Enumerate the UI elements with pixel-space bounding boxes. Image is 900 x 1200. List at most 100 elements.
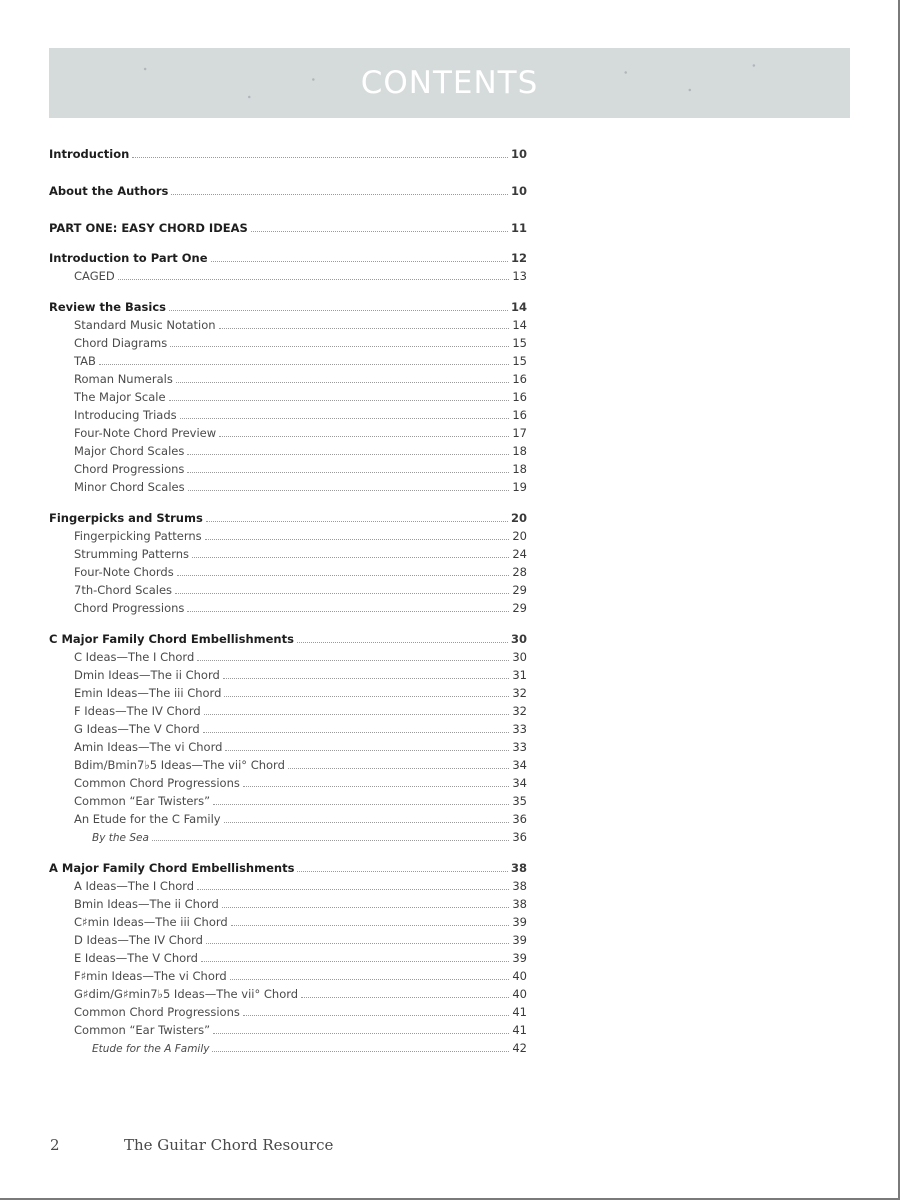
toc-section-entry[interactable]: C Major Family Chord Embellishments 30 xyxy=(49,631,527,647)
toc-entry-title: Chord Progressions xyxy=(74,462,185,476)
toc-subsection-entry[interactable]: G♯dim/G♯min7♭5 Ideas—The vii° Chord 40 xyxy=(49,986,527,1002)
toc-subsection-entry[interactable]: C Ideas—The I Chord 30 xyxy=(49,649,527,665)
toc-subsection-entry[interactable]: The Major Scale 16 xyxy=(49,389,527,405)
dot-leader xyxy=(187,453,510,455)
toc-subsection-entry[interactable]: D Ideas—The IV Chord 39 xyxy=(49,932,527,948)
dot-leader xyxy=(222,677,510,679)
toc-entry-page-number: 38 xyxy=(512,879,527,893)
dot-leader xyxy=(242,785,510,787)
toc-entry-title: Introduction to Part One xyxy=(49,251,208,265)
toc-entry-title: Four-Note Chords xyxy=(74,565,174,579)
dot-leader xyxy=(224,695,510,697)
toc-entry-title: Common “Ear Twisters” xyxy=(74,1023,211,1037)
toc-entry-title: Common “Ear Twisters” xyxy=(74,794,211,808)
toc-subsubsection-entry[interactable]: By the Sea 36 xyxy=(49,829,527,845)
dot-leader xyxy=(151,839,510,841)
toc-entry-page-number: 34 xyxy=(512,758,527,772)
toc-entry-title: Dmin Ideas—The ii Chord xyxy=(74,668,220,682)
dot-leader xyxy=(221,906,510,908)
toc-subsection-entry[interactable]: Minor Chord Scales 19 xyxy=(49,479,527,495)
toc-subsection-entry[interactable]: Amin Ideas—The vi Chord 33 xyxy=(49,739,527,755)
toc-entry-page-number: 10 xyxy=(510,184,527,198)
toc-entry-page-number: 18 xyxy=(512,462,527,476)
toc-section-entry[interactable]: Fingerpicks and Strums 20 xyxy=(49,510,527,526)
dot-leader xyxy=(170,345,510,347)
dot-leader xyxy=(210,260,508,262)
dot-leader xyxy=(200,960,510,962)
toc-entry-title: Major Chord Scales xyxy=(74,444,185,458)
toc-subsection-entry[interactable]: Common “Ear Twisters” 35 xyxy=(49,793,527,809)
toc-subsection-entry[interactable]: Roman Numerals 16 xyxy=(49,371,527,387)
dot-leader xyxy=(287,767,510,769)
toc-entry-page-number: 36 xyxy=(512,830,527,844)
toc-subsection-entry[interactable]: A Ideas—The I Chord 38 xyxy=(49,878,527,894)
toc-entry-page-number: 29 xyxy=(512,601,527,615)
toc-subsection-entry[interactable]: Bdim/Bmin7♭5 Ideas—The vii° Chord 34 xyxy=(49,757,527,773)
toc-subsection-entry[interactable]: Four-Note Chords 28 xyxy=(49,564,527,580)
toc-subsection-entry[interactable]: Bmin Ideas—The ii Chord 38 xyxy=(49,896,527,912)
toc-section-entry[interactable]: Introduction to Part One 12 xyxy=(49,250,527,266)
toc-subsection-entry[interactable]: F♯min Ideas—The vi Chord 40 xyxy=(49,968,527,984)
toc-entry-page-number: 11 xyxy=(510,221,527,235)
dot-leader xyxy=(175,381,510,383)
toc-subsection-entry[interactable]: Major Chord Scales 18 xyxy=(49,443,527,459)
toc-entry-title: A Ideas—The I Chord xyxy=(74,879,195,893)
toc-subsection-entry[interactable]: Strumming Patterns 24 xyxy=(49,546,527,562)
toc-subsection-entry[interactable]: Dmin Ideas—The ii Chord 31 xyxy=(49,667,527,683)
toc-subsection-entry[interactable]: G Ideas—The V Chord 33 xyxy=(49,721,527,737)
toc-subsection-entry[interactable]: Chord Progressions 18 xyxy=(49,461,527,477)
toc-entry-page-number: 14 xyxy=(510,300,527,314)
toc-entry-page-number: 19 xyxy=(512,480,527,494)
toc-subsubsection-entry[interactable]: Etude for the A Family 42 xyxy=(49,1040,527,1056)
toc-entry-title: Amin Ideas—The vi Chord xyxy=(74,740,223,754)
toc-subsection-entry[interactable]: F Ideas—The IV Chord 32 xyxy=(49,703,527,719)
toc-subsection-entry[interactable]: Common Chord Progressions 41 xyxy=(49,1004,527,1020)
toc-subsection-entry[interactable]: C♯min Ideas—The iii Chord 39 xyxy=(49,914,527,930)
toc-entry-page-number: 17 xyxy=(512,426,527,440)
toc-entry-page-number: 29 xyxy=(512,583,527,597)
toc-subsection-entry[interactable]: CAGED 13 xyxy=(49,268,527,284)
toc-entry-page-number: 41 xyxy=(512,1023,527,1037)
toc-entry-title: Bmin Ideas—The ii Chord xyxy=(74,897,219,911)
toc-section-entry[interactable]: PART ONE: EASY CHORD IDEAS 11 xyxy=(49,220,527,236)
toc-subsection-entry[interactable]: Emin Ideas—The iii Chord 32 xyxy=(49,685,527,701)
toc-section-entry[interactable]: Introduction 10 xyxy=(49,146,527,162)
toc-section-entry[interactable]: A Major Family Chord Embellishments 38 xyxy=(49,860,527,876)
toc-subsection-entry[interactable]: 7th-Chord Scales 29 xyxy=(49,582,527,598)
toc-entry-page-number: 40 xyxy=(512,969,527,983)
toc-entry-page-number: 33 xyxy=(512,722,527,736)
toc-entry-title: Common Chord Progressions xyxy=(74,1005,240,1019)
toc-entry-title: Review the Basics xyxy=(49,300,166,314)
toc-subsection-entry[interactable]: Introducing Triads 16 xyxy=(49,407,527,423)
dot-leader xyxy=(204,538,510,540)
toc-entry-title: Etude for the A Family xyxy=(92,1043,210,1055)
toc-entry-page-number: 16 xyxy=(512,408,527,422)
dot-leader xyxy=(205,520,508,522)
toc-subsection-entry[interactable]: An Etude for the C Family 36 xyxy=(49,811,527,827)
dot-leader xyxy=(218,327,510,329)
toc-subsection-entry[interactable]: Chord Progressions 29 xyxy=(49,600,527,616)
dot-leader xyxy=(230,924,510,926)
dot-leader xyxy=(202,731,510,733)
toc-subsection-entry[interactable]: Fingerpicking Patterns 20 xyxy=(49,528,527,544)
toc-entry-title: Strumming Patterns xyxy=(74,547,190,561)
toc-section-entry[interactable]: About the Authors 10 xyxy=(49,183,527,199)
contents-banner: CONTENTS xyxy=(49,48,850,118)
toc-subsection-entry[interactable]: Chord Diagrams 15 xyxy=(49,335,527,351)
dot-leader xyxy=(117,278,510,280)
toc-entry-title: Standard Music Notation xyxy=(74,318,216,332)
toc-subsection-entry[interactable]: TAB 15 xyxy=(49,353,527,369)
toc-subsection-entry[interactable]: Common Chord Progressions 34 xyxy=(49,775,527,791)
toc-subsection-entry[interactable]: E Ideas—The V Chord 39 xyxy=(49,950,527,966)
toc-entry-page-number: 41 xyxy=(512,1005,527,1019)
toc-entry-title: Roman Numerals xyxy=(74,372,173,386)
toc-entry-title: CAGED xyxy=(74,269,115,283)
toc-section-entry[interactable]: Review the Basics 14 xyxy=(49,299,527,315)
toc-entry-title: F Ideas—The IV Chord xyxy=(74,704,201,718)
toc-entry-title: G♯dim/G♯min7♭5 Ideas—The vii° Chord xyxy=(74,987,299,1001)
toc-subsection-entry[interactable]: Four-Note Chord Preview 17 xyxy=(49,425,527,441)
toc-subsection-entry[interactable]: Standard Music Notation 14 xyxy=(49,317,527,333)
toc-subsection-entry[interactable]: Common “Ear Twisters” 41 xyxy=(49,1022,527,1038)
toc-entry-title: By the Sea xyxy=(92,832,149,844)
dot-leader xyxy=(197,659,510,661)
